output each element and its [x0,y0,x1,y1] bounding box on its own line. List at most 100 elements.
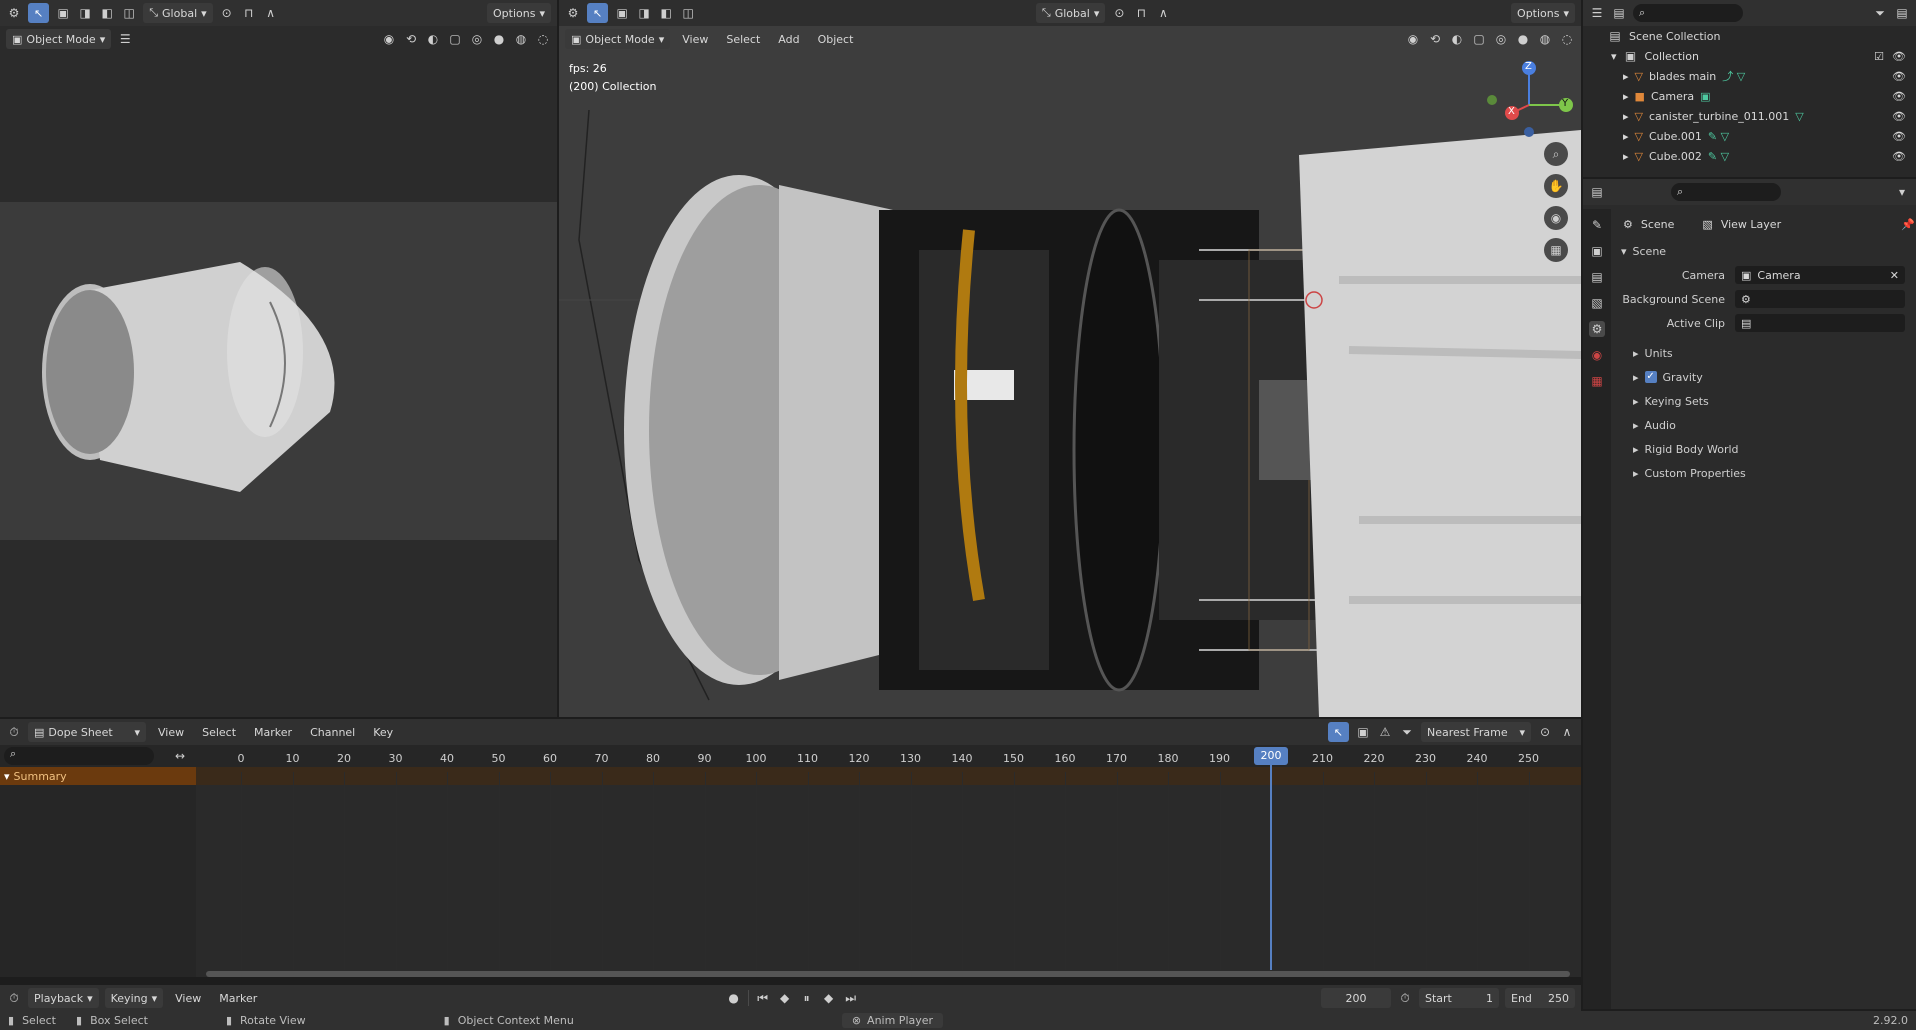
zoom-icon[interactable]: ⌕ [1544,142,1568,166]
pin-icon[interactable]: 📌 [1901,218,1915,231]
expand-arrow-icon[interactable]: ▸ [1623,110,1629,123]
expand-arrow-icon[interactable]: ▸ [1623,130,1629,143]
next-keyframe-icon[interactable]: ◆ [821,990,837,1006]
menu-marker[interactable]: Marker [248,724,298,741]
proportional-icon[interactable]: ∧ [263,5,279,21]
select-mode-icon[interactable]: ▣ [55,5,71,21]
expand-arrow-icon[interactable]: ▸ [1623,90,1629,103]
panel-keying-sets[interactable]: ▸ Keying Sets [1615,389,1915,413]
menu-view[interactable]: View [169,990,207,1007]
expand-arrow-icon[interactable]: ▸ [1623,150,1629,163]
summary-channel[interactable]: ▾ Summary [0,767,196,785]
view-layer-tab-icon[interactable]: ▧ [1589,295,1605,311]
curve-icon[interactable]: ∧ [1559,724,1575,740]
scene-panel-header[interactable]: ▾ Scene [1615,239,1915,263]
playhead-line[interactable] [1270,765,1272,970]
tree-item-camera[interactable]: ▸ ■ Camera ▣ 👁 [1583,86,1916,106]
record-icon[interactable]: ● [726,990,742,1006]
pause-icon[interactable]: ⏸ [799,990,815,1006]
panel-gravity[interactable]: ▸ ✓ Gravity [1615,365,1915,389]
tree-item-canister-turbine[interactable]: ▸ ▽ canister_turbine_011.001 ▽ 👁 [1583,106,1916,126]
checkbox-icon[interactable]: ☑ [1874,50,1884,63]
hamburger-icon[interactable]: ☰ [117,31,133,47]
active-clip-field[interactable]: ▤ [1735,314,1905,332]
sync-length-icon[interactable]: ↔ [172,748,188,764]
eye-icon[interactable]: 👁 [1892,130,1906,143]
keying-menu[interactable]: Keying ▾ [104,988,164,1008]
only-errors-icon[interactable]: ⚠ [1377,724,1393,740]
expand-arrow-icon[interactable]: ▾ [1611,50,1617,63]
tree-item-scene-collection[interactable]: ▤ Scene Collection [1583,26,1916,46]
perspective-grid-icon[interactable]: ▦ [1544,238,1568,262]
filter-icon[interactable]: ⏷ [1872,5,1888,21]
jump-start-icon[interactable]: ⏮ [755,990,771,1006]
start-frame-field[interactable]: Start 1 [1419,988,1499,1008]
editor-type-icon[interactable]: ⏱ [6,724,22,740]
end-frame-field[interactable]: End 250 [1505,988,1575,1008]
xray-icon[interactable]: ▢ [447,31,463,47]
outliner-search-input[interactable]: ⌕ [1633,4,1743,22]
close-icon[interactable]: ⊗ [852,1014,861,1027]
camera-preview[interactable] [0,202,557,540]
menu-channel[interactable]: Channel [304,724,361,741]
chevron-down-icon[interactable]: ▾ [1894,184,1910,200]
clear-icon[interactable]: ✕ [1890,269,1899,282]
material-shading-icon[interactable]: ◍ [513,31,529,47]
editor-type-icon[interactable]: ⏱ [6,990,22,1006]
menu-view[interactable]: View [152,724,190,741]
properties-search-input[interactable]: ⌕ [1671,183,1781,201]
show-hidden-icon[interactable]: ▣ [1355,724,1371,740]
pan-hand-icon[interactable]: ✋ [1544,174,1568,198]
select-invert-icon[interactable]: ◫ [121,5,137,21]
snap-icon[interactable]: ⊓ [241,5,257,21]
playback-menu[interactable]: Playback ▾ [28,988,99,1008]
left-viewport[interactable]: ⚙ ↖ ▣ ◨ ◧ ◫ ⤡ Global ▾ ⊙ ⊓ ∧ Options ▾ ▣ O… [0,0,557,717]
proportional-icon[interactable]: ⊙ [1537,724,1553,740]
mode-dropdown[interactable]: ▣ Object Mode ▾ [6,29,112,49]
tree-item-cube-001[interactable]: ▸ ▽ Cube.001 ✎ ▽ 👁 [1583,126,1916,146]
panel-audio[interactable]: ▸ Audio [1615,413,1915,437]
camera-view-icon[interactable]: ◉ [1544,206,1568,230]
new-collection-icon[interactable]: ▤ [1894,5,1910,21]
select-tool-icon[interactable]: ↖ [28,3,50,23]
scene-tab-icon[interactable]: ⚙ [1589,321,1605,337]
menu-select[interactable]: Select [196,724,242,741]
editor-type-icon[interactable]: ▤ [1589,184,1605,200]
visibility-icon[interactable]: ◉ [381,31,397,47]
display-mode-icon[interactable]: ▤ [1611,5,1627,21]
orientation-dropdown[interactable]: ⤡ Global ▾ [143,3,213,23]
wireframe-shading-icon[interactable]: ◎ [469,31,485,47]
eye-icon[interactable]: 👁 [1892,150,1906,163]
jump-end-icon[interactable]: ⏭ [843,990,859,1006]
prev-keyframe-icon[interactable]: ◆ [777,990,793,1006]
editor-type-icon[interactable]: ⚙ [6,5,22,21]
panel-rigid-body-world[interactable]: ▸ Rigid Body World [1615,437,1915,461]
editor-type-icon[interactable]: ☰ [1589,5,1605,21]
eye-icon[interactable]: 👁 [1892,70,1906,83]
current-frame-field[interactable]: 200 [1321,988,1391,1008]
preview-range-icon[interactable]: ⏱ [1397,990,1413,1006]
tree-item-cube-002[interactable]: ▸ ▽ Cube.002 ✎ ▽ 👁 [1583,146,1916,166]
axis-gizmo[interactable]: Z Y X [1484,60,1574,140]
overlay-icon[interactable]: ◐ [425,31,441,47]
horizontal-scrollbar[interactable] [206,971,1570,977]
gizmo-icon[interactable]: ⟲ [403,31,419,47]
channel-search-input[interactable]: ⌕ [4,747,154,765]
anim-player-button[interactable]: ⊗ Anim Player [841,1013,944,1028]
only-selected-icon[interactable]: ↖ [1327,722,1349,742]
texture-tab-icon[interactable]: ▦ [1589,373,1605,389]
current-frame-marker[interactable]: 200 [1254,747,1288,765]
camera-field[interactable]: ▣ Camera ✕ [1735,266,1905,284]
dope-sheet-mode-dropdown[interactable]: ▤ Dope Sheet ▾ [28,722,146,742]
menu-marker[interactable]: Marker [213,990,263,1007]
select-extend-icon[interactable]: ◨ [77,5,93,21]
tree-item-collection[interactable]: ▾ ▣ Collection ☑ 👁 [1583,46,1916,66]
eye-icon[interactable]: 👁 [1892,50,1906,63]
background-scene-field[interactable]: ⚙ [1735,290,1905,308]
panel-custom-properties[interactable]: ▸ Custom Properties [1615,461,1915,485]
snap-dropdown[interactable]: Nearest Frame ▾ [1421,722,1531,742]
filter-icon[interactable]: ⏷ [1399,724,1415,740]
eye-icon[interactable]: 👁 [1892,110,1906,123]
world-tab-icon[interactable]: ◉ [1589,347,1605,363]
main-viewport[interactable]: ⚙ ↖ ▣ ◨ ◧ ◫ ⤡ Global ▾ ⊙ ⊓ ∧ Options ▾ ▣ O… [559,0,1581,717]
